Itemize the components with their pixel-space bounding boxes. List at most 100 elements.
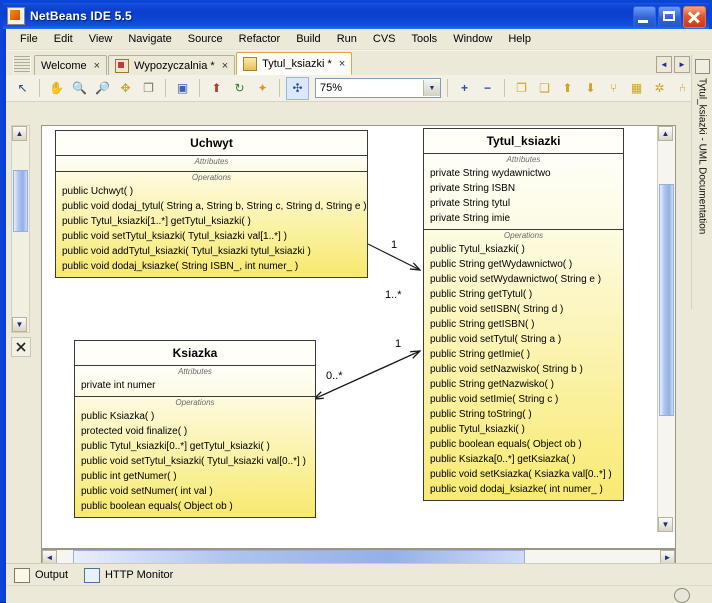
attributes-label: Attributes xyxy=(506,155,541,164)
layout-radial-button[interactable]: ✲ xyxy=(649,78,670,99)
puzzle-icon xyxy=(115,58,130,73)
tab-next-button[interactable]: ► xyxy=(674,56,690,73)
zoom-combobox[interactable]: 75% ▼ xyxy=(315,78,441,98)
uml-operation: public void setTytul( String a ) xyxy=(430,334,562,345)
canvas-vertical-scrollbar[interactable]: ▲ ▼ xyxy=(657,126,675,532)
layout-orthogonal-button[interactable]: ❑ xyxy=(534,78,555,99)
minimize-button[interactable] xyxy=(633,6,656,28)
layout-tree-button[interactable]: ⑂ xyxy=(603,78,624,99)
uml-class-ksiazka[interactable]: Ksiazka Attributes private int numer Ope… xyxy=(74,340,316,518)
toolbar-separator xyxy=(504,79,505,97)
uml-operation: public Tytul_ksiazki[1..*] getTytul_ksia… xyxy=(62,216,251,227)
show-hide-tool[interactable]: ▣ xyxy=(172,78,193,99)
refresh-tool[interactable]: ↻ xyxy=(229,78,250,99)
menu-file[interactable]: File xyxy=(12,31,46,47)
uml-class-uchwyt[interactable]: Uchwyt Attributes Operations public Uchw… xyxy=(55,130,368,278)
zoom-in-button[interactable]: + xyxy=(454,78,475,99)
uml-operation: public String getTytul( ) xyxy=(430,289,533,300)
zoom-fit-tool[interactable]: ❐ xyxy=(138,78,159,99)
menu-refactor[interactable]: Refactor xyxy=(231,31,289,47)
menu-build[interactable]: Build xyxy=(288,31,328,47)
diagram-toolbar: ↖ ✋ 🔍 🔎 ✥ ❐ ▣ ⬆ ↻ ✦ ✣ 75% ▼ + − ❐ ❑ ⬆ ⬇ … xyxy=(6,75,712,102)
tab-tytul-ksiazki[interactable]: Tytul_ksiazki * × xyxy=(236,52,353,75)
editor-area: ▲ ▼ Uchwyt Attributes Operations public … xyxy=(6,125,712,565)
multiplicity-label: 1 xyxy=(391,239,398,251)
menu-tools[interactable]: Tools xyxy=(404,31,446,47)
menu-navigate[interactable]: Navigate xyxy=(120,31,179,47)
maximize-button[interactable] xyxy=(658,6,681,28)
uml-attribute: private String ISBN xyxy=(430,183,516,194)
dock-item-output[interactable]: Output xyxy=(14,567,68,583)
layout-grid-button[interactable]: ▦ xyxy=(626,78,647,99)
layout-up-button[interactable]: ⬆ xyxy=(557,78,578,99)
menu-source[interactable]: Source xyxy=(180,31,231,47)
zoom-out-button[interactable]: − xyxy=(477,78,498,99)
menu-view[interactable]: View xyxy=(81,31,121,47)
tab-wypozyczalnia[interactable]: Wypozyczalnia * × xyxy=(108,55,236,75)
uml-operation: public String toString( ) xyxy=(430,409,532,420)
move-tool[interactable]: ✥ xyxy=(115,78,136,99)
tab-tytul-ksiazki-close-icon[interactable]: × xyxy=(337,58,345,70)
scroll-down-button[interactable]: ▼ xyxy=(12,317,27,332)
folder-icon xyxy=(243,56,258,71)
fit-diagram-button[interactable]: ✣ xyxy=(286,76,309,100)
uml-operation: public void setImie( String c ) xyxy=(430,394,559,405)
scroll-thumb[interactable] xyxy=(13,170,28,232)
menu-window[interactable]: Window xyxy=(445,31,500,47)
uml-operation: public Tytul_ksiazki[0..*] getTytul_ksia… xyxy=(81,441,270,452)
menu-run[interactable]: Run xyxy=(329,31,365,47)
uml-operation: public String getImie( ) xyxy=(430,349,531,360)
add-element-tool[interactable]: ✦ xyxy=(252,78,273,99)
select-tool[interactable]: ↖ xyxy=(12,78,33,99)
uml-operation: public void setNazwisko( String b ) xyxy=(430,364,583,375)
menu-cvs[interactable]: CVS xyxy=(365,31,404,47)
diagram-canvas-container[interactable]: Uchwyt Attributes Operations public Uchw… xyxy=(41,125,676,549)
layout-free-button[interactable]: ⑃ xyxy=(672,78,693,99)
right-dock-strip[interactable]: Tytul_ksiazki - UML Documentation xyxy=(691,55,712,309)
uml-class-ksiazka-attributes: Attributes private int numer xyxy=(75,366,315,397)
uml-class-tytul-ksiazki-attributes: Attributes private String wydawnictwo pr… xyxy=(424,154,623,230)
title-bar: NetBeans IDE 5.5 xyxy=(3,3,709,29)
multiplicity-label: 1 xyxy=(395,338,402,350)
attributes-label: Attributes xyxy=(194,157,229,166)
zoom-in-tool[interactable]: 🔎 xyxy=(92,78,113,99)
tab-welcome-close-icon[interactable]: × xyxy=(92,60,100,72)
uml-operation: public Ksiazka( ) xyxy=(81,411,155,422)
uml-operation: public void setNumer( int val ) xyxy=(81,486,213,497)
window-title: NetBeans IDE 5.5 xyxy=(30,9,132,23)
dock-item-http-monitor-label: HTTP Monitor xyxy=(105,569,174,581)
tab-welcome[interactable]: Welcome × xyxy=(34,55,108,75)
scroll-thumb[interactable] xyxy=(659,184,674,416)
menu-help[interactable]: Help xyxy=(500,31,539,47)
palette-scrollbar[interactable]: ▲ ▼ xyxy=(11,125,30,333)
tab-wypozyczalnia-close-icon[interactable]: × xyxy=(220,60,228,72)
right-dock-title[interactable]: Tytul_ksiazki - UML Documentation xyxy=(697,78,708,234)
uml-class-tytul-ksiazki[interactable]: Tytul_ksiazki Attributes private String … xyxy=(423,128,624,501)
pan-hand-tool[interactable]: ✋ xyxy=(46,78,67,99)
layout-down-button[interactable]: ⬇ xyxy=(580,78,601,99)
multiplicity-label: 0..* xyxy=(326,370,343,382)
layout-hierarchical-button[interactable]: ❐ xyxy=(511,78,532,99)
diagram-canvas[interactable]: Uchwyt Attributes Operations public Uchw… xyxy=(42,126,659,532)
menu-edit[interactable]: Edit xyxy=(46,31,81,47)
operations-label: Operations xyxy=(503,231,544,240)
tab-prev-button[interactable]: ◄ xyxy=(656,56,672,73)
close-button[interactable] xyxy=(683,6,706,28)
document-icon xyxy=(694,59,710,74)
toolbar-separator xyxy=(199,79,200,97)
uml-operation: public Tytul_ksiazki( ) xyxy=(430,424,525,435)
uml-operation: public void setISBN( String d ) xyxy=(430,304,564,315)
scroll-up-button[interactable]: ▲ xyxy=(12,126,27,141)
chevron-down-icon[interactable]: ▼ xyxy=(423,80,440,96)
toolbar-separator xyxy=(39,79,40,97)
uml-operation: public void setWydawnictwo( String e ) xyxy=(430,274,602,285)
palette-close-button[interactable] xyxy=(11,337,31,357)
tab-drag-grip[interactable] xyxy=(13,56,31,74)
export-image-tool[interactable]: ⬆ xyxy=(206,78,227,99)
scroll-up-button[interactable]: ▲ xyxy=(658,126,673,141)
uml-class-tytul-ksiazki-operations: Operations public Tytul_ksiazki( ) publi… xyxy=(424,230,623,500)
zoom-region-tool[interactable]: 🔍 xyxy=(69,78,90,99)
dock-item-http-monitor[interactable]: HTTP Monitor xyxy=(84,567,174,583)
notification-icon[interactable] xyxy=(674,588,690,603)
scroll-down-button[interactable]: ▼ xyxy=(658,517,673,532)
